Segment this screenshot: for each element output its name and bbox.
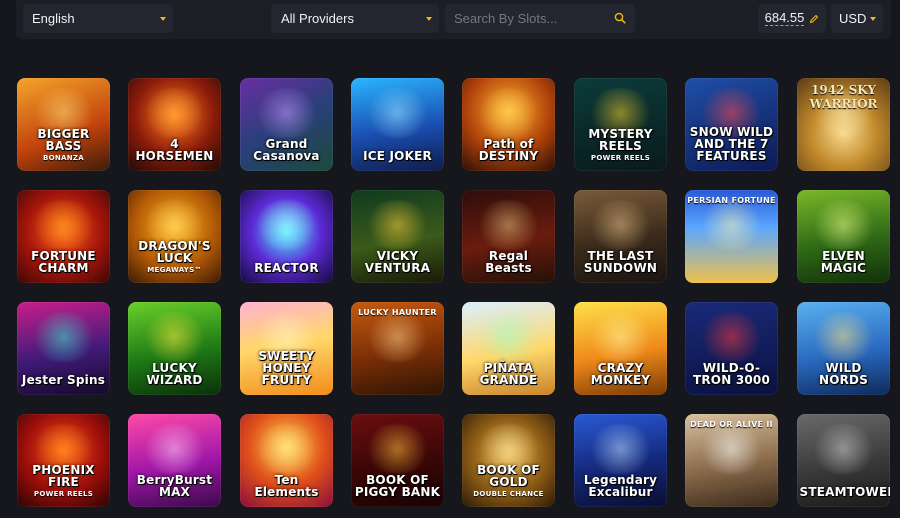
game-art [809,312,878,362]
game-title: PERSIAN FORTUNE [687,196,776,205]
game-subtitle: POWER REELS [590,154,651,162]
game-tile[interactable]: Grand Casanova [240,78,333,171]
game-tile[interactable]: Legendary Excalibur [574,414,667,507]
game-tile[interactable]: Path of DESTINY [462,78,555,171]
game-tile[interactable]: REACTOR [240,190,333,283]
game-title: BIGGER BASS [37,127,90,153]
game-art [252,88,321,138]
game-subtitle: BONANZA [42,154,84,162]
game-title: Jester Spins [21,373,106,387]
game-art [697,312,766,362]
game-tile[interactable]: 4 HORSEMEN [128,78,221,171]
game-title: VICKY VENTURA [364,249,431,275]
game-art [140,424,209,474]
game-title: Path of DESTINY [478,137,539,163]
game-tile[interactable]: SNOW WILD AND THE 7 FEATURES [685,78,778,171]
game-title: THE LAST SUNDOWN [583,249,658,275]
game-title: 1942 SKY WARRIOR [809,83,878,111]
game-tile[interactable]: VICKY VENTURA [351,190,444,283]
game-title: PIÑATA GRANDE [479,361,538,387]
game-tile[interactable]: ELVEN MAGIC [797,190,890,283]
game-title: CRAZY MONKEY [590,361,651,387]
game-tile[interactable]: STEAMTOWER [797,414,890,507]
game-title: Legendary Excalibur [583,473,658,499]
game-title: ELVEN MAGIC [820,249,867,275]
game-art [474,200,543,250]
game-tile[interactable]: DEAD OR ALIVE II [685,414,778,507]
game-tile[interactable]: CRAZY MONKEY [574,302,667,395]
game-title: Ten Elements [254,473,319,499]
game-tile[interactable]: BIGGER BASS BONANZA [17,78,110,171]
game-tile[interactable]: Jester Spins [17,302,110,395]
game-art [474,88,543,138]
game-title: LUCKY WIZARD [146,361,203,387]
game-title: 4 HORSEMEN [135,137,214,163]
game-subtitle: DOUBLE CHANCE [473,490,544,498]
game-art [363,88,432,138]
game-title: STEAMTOWER [799,485,891,499]
game-title: WILD NORDS [818,361,869,387]
game-art [252,424,321,474]
game-tile[interactable]: THE LAST SUNDOWN [574,190,667,283]
game-art [697,200,766,250]
game-tile[interactable]: BOOK OF GOLD DOUBLE CHANCE [462,414,555,507]
game-title: SWEETY HONEY FRUITY [258,349,315,387]
game-tile[interactable]: BOOK OF PIGGY BANK [351,414,444,507]
game-title: WILD-O-TRON 3000 [692,361,771,387]
game-subtitle: POWER REELS [33,490,94,498]
game-tile[interactable]: PHOENIX FIRE POWER REELS [17,414,110,507]
game-title: FORTUNE CHARM [31,249,96,275]
game-art [140,88,209,138]
game-art [809,200,878,250]
game-tile[interactable]: FORTUNE CHARM [17,190,110,283]
game-title: ICE JOKER [363,149,432,163]
game-art [363,424,432,474]
game-tile[interactable]: DRAGON'S LUCK MEGAWAYS™ [128,190,221,283]
game-title: Regal Beasts [485,249,532,275]
game-title: DRAGON'S LUCK [138,239,211,265]
game-art [29,200,98,250]
game-art [809,424,878,474]
game-tile[interactable]: ICE JOKER [351,78,444,171]
game-tile[interactable]: LUCKY HAUNTER [351,302,444,395]
game-tile[interactable]: BerryBurst MAX [128,414,221,507]
game-art [474,312,543,362]
game-tile[interactable]: WILD-O-TRON 3000 [685,302,778,395]
game-tile[interactable]: Ten Elements [240,414,333,507]
game-title: LUCKY HAUNTER [358,308,437,317]
game-art [586,424,655,474]
game-title: SNOW WILD AND THE 7 FEATURES [689,125,774,163]
game-title: BOOK OF PIGGY BANK [354,473,441,499]
game-art [586,200,655,250]
game-grid: BIGGER BASS BONANZA 4 HORSEMEN Grand Casano… [0,0,900,518]
game-art [140,312,209,362]
game-tile[interactable]: Regal Beasts [462,190,555,283]
game-title: Grand Casanova [253,137,320,163]
game-tile[interactable]: LUCKY WIZARD [128,302,221,395]
game-art [586,312,655,362]
game-tile[interactable]: SWEETY HONEY FRUITY [240,302,333,395]
game-tile[interactable]: MYSTERY REELS POWER REELS [574,78,667,171]
game-tile[interactable]: 1942 SKY WARRIOR [797,78,890,171]
game-tile[interactable]: WILD NORDS [797,302,890,395]
game-art [697,424,766,474]
game-tile[interactable]: PERSIAN FORTUNE [685,190,778,283]
game-title: DEAD OR ALIVE II [690,420,773,429]
game-art [363,312,432,362]
game-subtitle: MEGAWAYS™ [147,266,202,274]
game-title: BOOK OF GOLD [477,463,540,489]
game-tile[interactable]: PIÑATA GRANDE [462,302,555,395]
game-art [363,200,432,250]
game-art [252,200,321,250]
game-title: REACTOR [254,261,319,275]
game-title: MYSTERY REELS [588,127,653,153]
game-art [29,312,98,362]
game-title: BerryBurst MAX [136,473,213,499]
game-title: PHOENIX FIRE [32,463,95,489]
